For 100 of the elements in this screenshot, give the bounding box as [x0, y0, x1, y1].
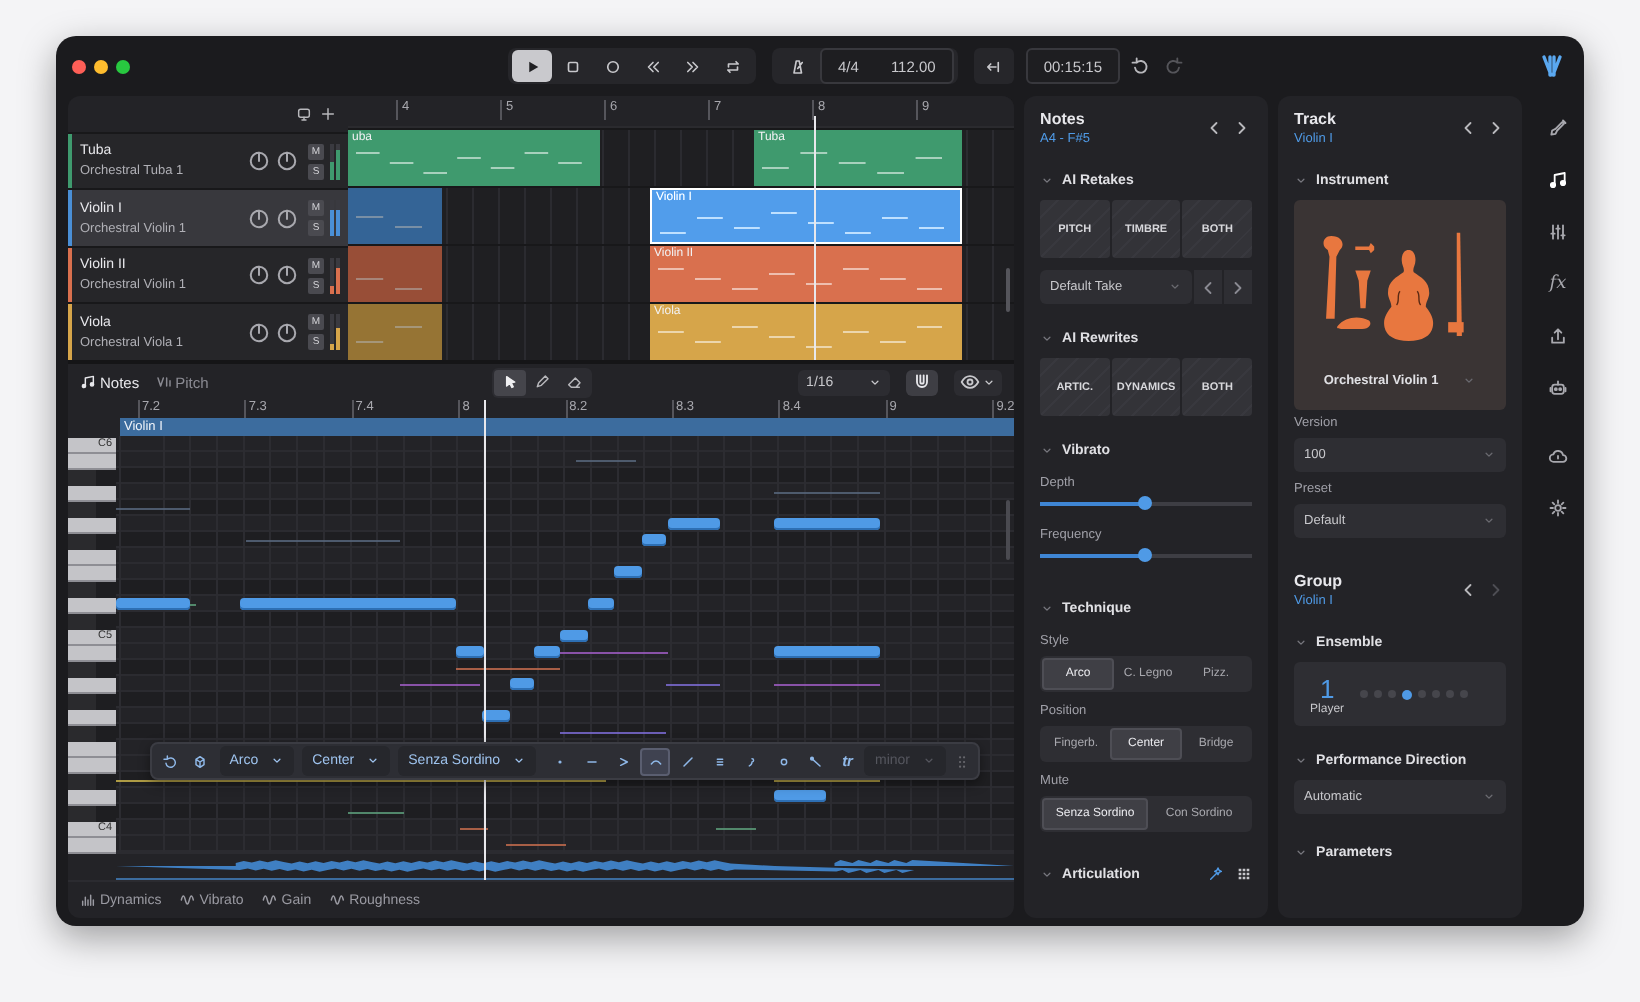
bars-icon [80, 892, 96, 908]
notes-icon [80, 374, 96, 390]
undo-icon [1130, 56, 1151, 76]
natural-key[interactable] [68, 742, 116, 758]
music-note-icon [1548, 170, 1569, 190]
window-close-button[interactable] [72, 59, 86, 73]
grid-icon[interactable] [1236, 866, 1253, 882]
wave-icon [261, 892, 278, 908]
caret-icon [1482, 790, 1497, 804]
clip[interactable] [348, 246, 442, 302]
caret-icon [512, 754, 527, 768]
natural-key[interactable] [68, 646, 116, 662]
chevron-icon[interactable] [1294, 174, 1309, 188]
chevron-icon[interactable] [1040, 332, 1055, 346]
clip-notes-drawing [356, 278, 423, 290]
chevron-icon[interactable] [1294, 636, 1309, 650]
play-button[interactable] [512, 50, 552, 82]
caret-icon [1462, 374, 1477, 388]
note[interactable] [642, 534, 666, 546]
next-take-button[interactable] [1224, 270, 1253, 304]
chevron-icon[interactable] [1040, 444, 1055, 458]
pan-knob[interactable] [276, 321, 298, 344]
play-icon [523, 57, 541, 75]
panel-title: Group [1294, 572, 1343, 590]
cloud-icon [1548, 446, 1569, 466]
pan-knob[interactable] [276, 207, 298, 230]
pan-knob[interactable] [276, 264, 298, 287]
volume-knob[interactable] [248, 150, 270, 172]
caret-icon [1482, 448, 1497, 462]
glissando-icon [679, 753, 696, 769]
panel-title: Notes [1040, 110, 1087, 128]
slider-thumb[interactable] [1138, 496, 1153, 510]
window-minimize-button[interactable] [94, 59, 108, 73]
robot-icon [1548, 378, 1569, 398]
magnet-icon [912, 372, 933, 392]
volume-knob[interactable] [248, 321, 270, 344]
caret-icon [366, 754, 381, 768]
slider-thumb[interactable] [1138, 548, 1153, 562]
breath-icon [743, 753, 760, 769]
arrow-to-line-icon [984, 57, 1003, 75]
natural-key[interactable] [68, 790, 116, 806]
effects-button[interactable]: fx [1544, 272, 1573, 296]
chevron-icon[interactable] [1040, 867, 1055, 881]
note[interactable] [614, 566, 642, 578]
window-zoom-button[interactable] [116, 59, 130, 73]
volume-knob[interactable] [248, 207, 270, 230]
chevron-icon[interactable] [1294, 846, 1309, 860]
clip-notes-drawing [356, 215, 423, 227]
stop-icon [563, 57, 581, 75]
chevron-icon[interactable] [1040, 602, 1055, 616]
metronome-icon [787, 57, 805, 75]
natural-key[interactable] [68, 454, 116, 470]
note[interactable] [534, 646, 560, 658]
app-logo-icon [1540, 54, 1564, 78]
fall-icon [807, 753, 824, 769]
natural-key[interactable] [68, 566, 116, 582]
note[interactable] [482, 710, 510, 722]
natural-key[interactable] [68, 710, 116, 726]
chevron-icon[interactable] [1040, 174, 1055, 188]
tremolo-icon [711, 753, 728, 769]
scrollbar[interactable] [1006, 500, 1011, 560]
legato-button[interactable] [640, 747, 671, 775]
natural-key[interactable] [68, 758, 116, 774]
pan-knob[interactable] [276, 150, 298, 172]
caret-icon [1482, 514, 1497, 528]
eraser-icon [565, 374, 582, 390]
volume-knob[interactable] [248, 264, 270, 287]
undo-icon [162, 753, 179, 769]
natural-key[interactable] [68, 518, 116, 534]
note[interactable] [560, 630, 588, 642]
natural-key[interactable] [68, 550, 116, 566]
wand-icon[interactable] [1208, 866, 1225, 882]
pointer-tool[interactable] [493, 369, 526, 395]
pencil-icon [533, 374, 550, 390]
natural-key[interactable] [68, 678, 116, 694]
settings-icon [1548, 498, 1569, 518]
view-dropdown[interactable] [954, 369, 1003, 395]
natural-key[interactable] [68, 486, 116, 502]
snap-button[interactable] [906, 369, 939, 395]
clip[interactable] [348, 188, 442, 244]
cloud-button[interactable] [1544, 444, 1573, 468]
note[interactable] [588, 598, 614, 610]
chevron-icon[interactable] [1294, 754, 1309, 768]
clip[interactable] [348, 304, 442, 360]
player-dot[interactable] [1402, 689, 1413, 699]
natural-key[interactable] [68, 838, 116, 854]
panel-title: Track [1294, 110, 1336, 128]
note[interactable] [510, 678, 534, 690]
reset-button[interactable] [160, 749, 182, 773]
natural-key[interactable] [68, 598, 116, 614]
mixer-icon [1548, 222, 1569, 242]
add-track-icon[interactable] [320, 105, 336, 122]
previous-take-button[interactable] [1194, 270, 1223, 304]
caret-icon [1168, 280, 1183, 294]
redo-icon [1164, 56, 1185, 76]
loop-icon [723, 57, 741, 75]
scrollbar[interactable] [1006, 268, 1011, 312]
return-to-start-button[interactable] [973, 48, 1014, 84]
pointer-icon [501, 374, 518, 390]
drag-handle-icon[interactable] [954, 751, 970, 771]
